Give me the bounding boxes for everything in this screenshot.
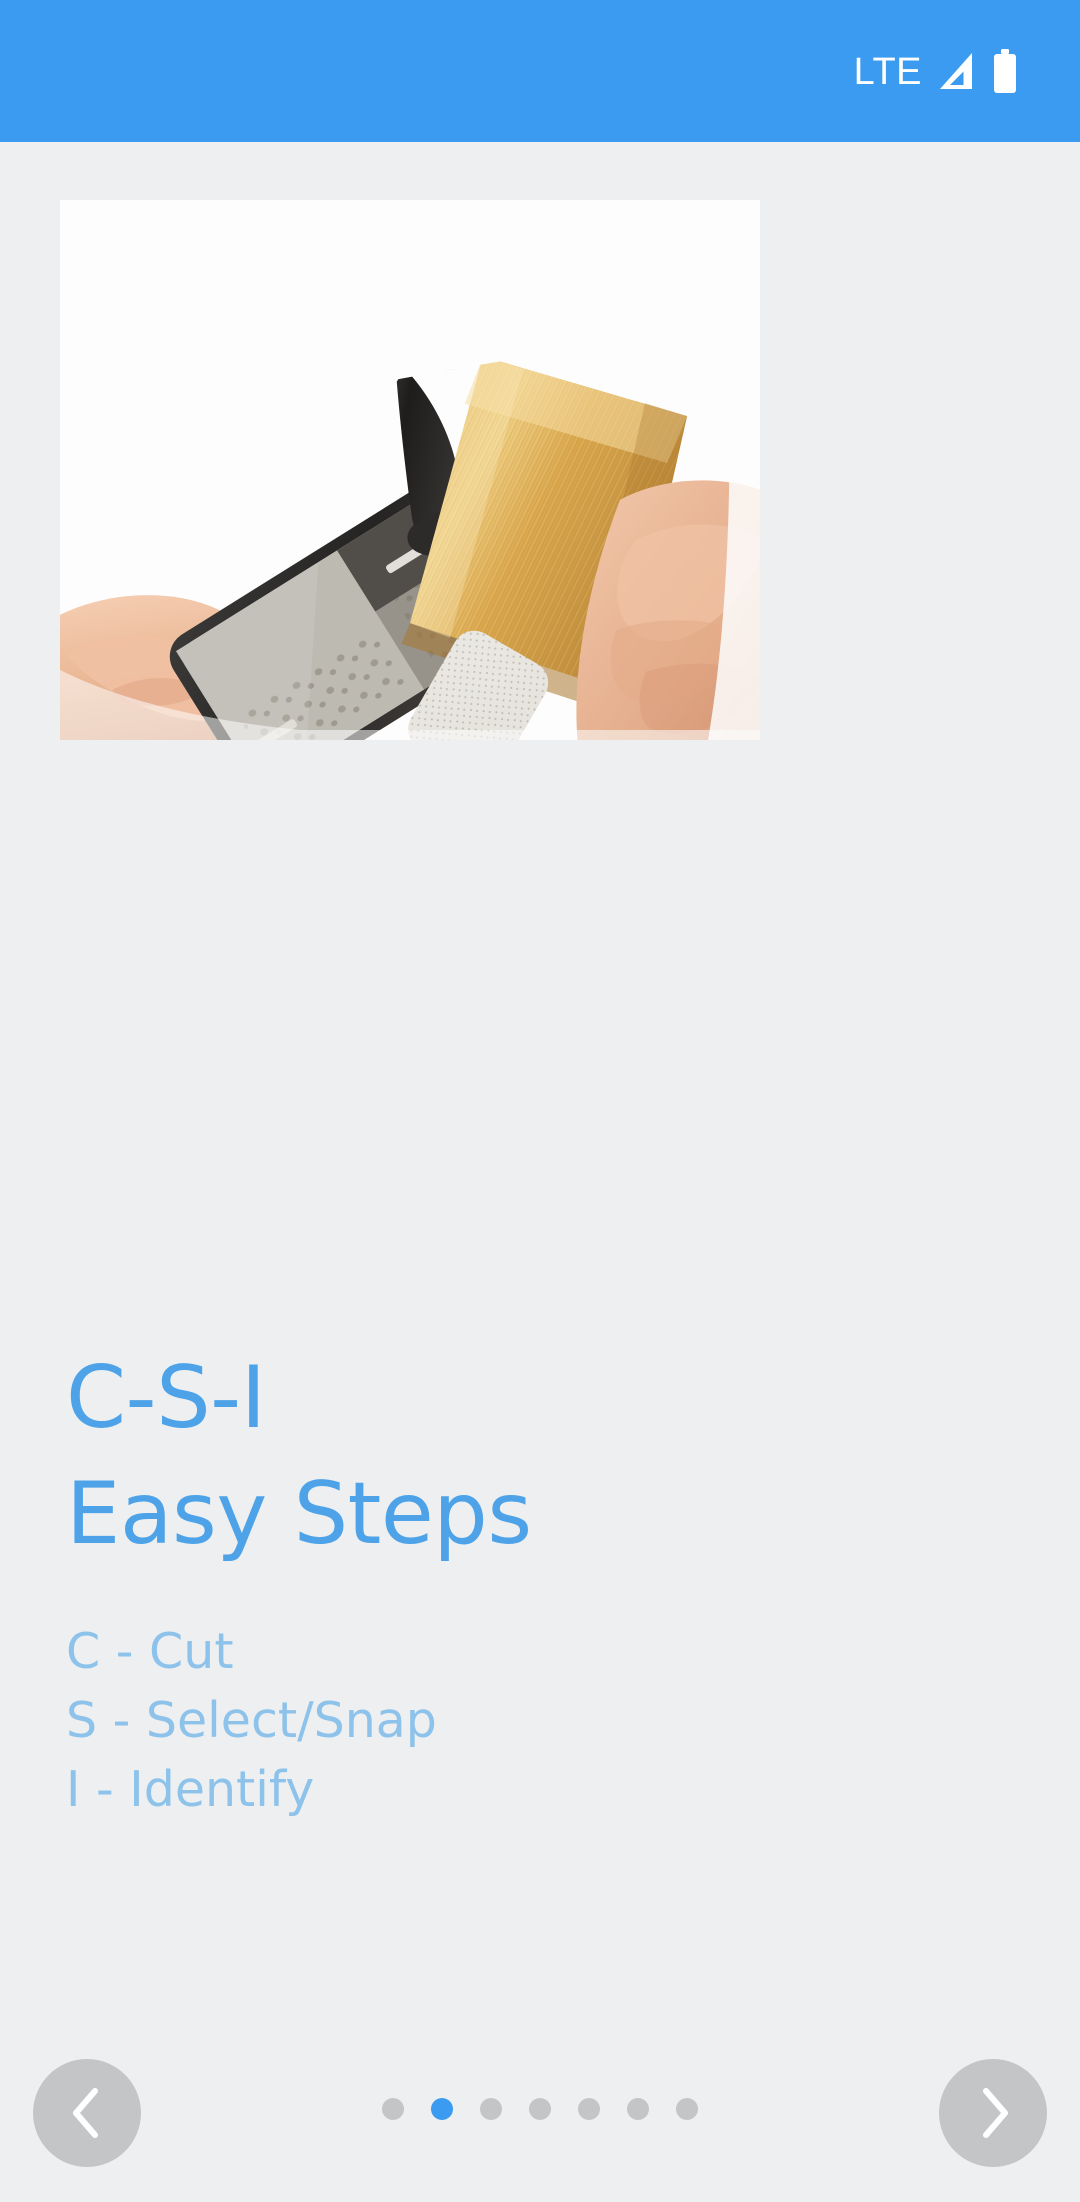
carousel-navigation (0, 2027, 1080, 2202)
status-bar: LTE (0, 0, 1080, 142)
pagination-dot-1[interactable] (382, 2098, 404, 2120)
pagination-dots (0, 2098, 1080, 2120)
step-item-identify: I - Identify (66, 1761, 315, 1818)
pagination-dot-7[interactable] (676, 2098, 698, 2120)
pagination-dot-6[interactable] (627, 2098, 649, 2120)
pagination-dot-2[interactable] (431, 2098, 453, 2120)
onboarding-screen: LTE C-S-I Easy Steps C - Cut S - Select/… (0, 0, 1080, 2202)
pagination-dot-4[interactable] (529, 2098, 551, 2120)
next-slide-button[interactable] (939, 2059, 1047, 2167)
status-bar-right-cluster: LTE (854, 49, 1018, 93)
copy-block: C-S-I Easy Steps C - Cut S - Select/Snap… (66, 1355, 966, 1814)
pagination-dot-3[interactable] (480, 2098, 502, 2120)
chevron-left-icon (67, 2085, 107, 2141)
hero-image-container (60, 200, 760, 740)
battery-full-icon (992, 49, 1018, 93)
network-type-label: LTE (853, 51, 922, 93)
steps-list: C - Cut S - Select/Snap I - Identify (66, 1627, 966, 1814)
chevron-right-icon (973, 2085, 1013, 2141)
signal-triangle-icon (938, 51, 976, 91)
clip-on-macro-lens-photo (60, 200, 760, 740)
step-item-cut: C - Cut (66, 1623, 234, 1680)
previous-slide-button[interactable] (33, 2059, 141, 2167)
page-title-line-1: C-S-I (66, 1348, 266, 1448)
step-item-select-snap: S - Select/Snap (66, 1692, 437, 1749)
page-title-line-2: Easy Steps (66, 1464, 532, 1564)
pagination-dot-5[interactable] (578, 2098, 600, 2120)
